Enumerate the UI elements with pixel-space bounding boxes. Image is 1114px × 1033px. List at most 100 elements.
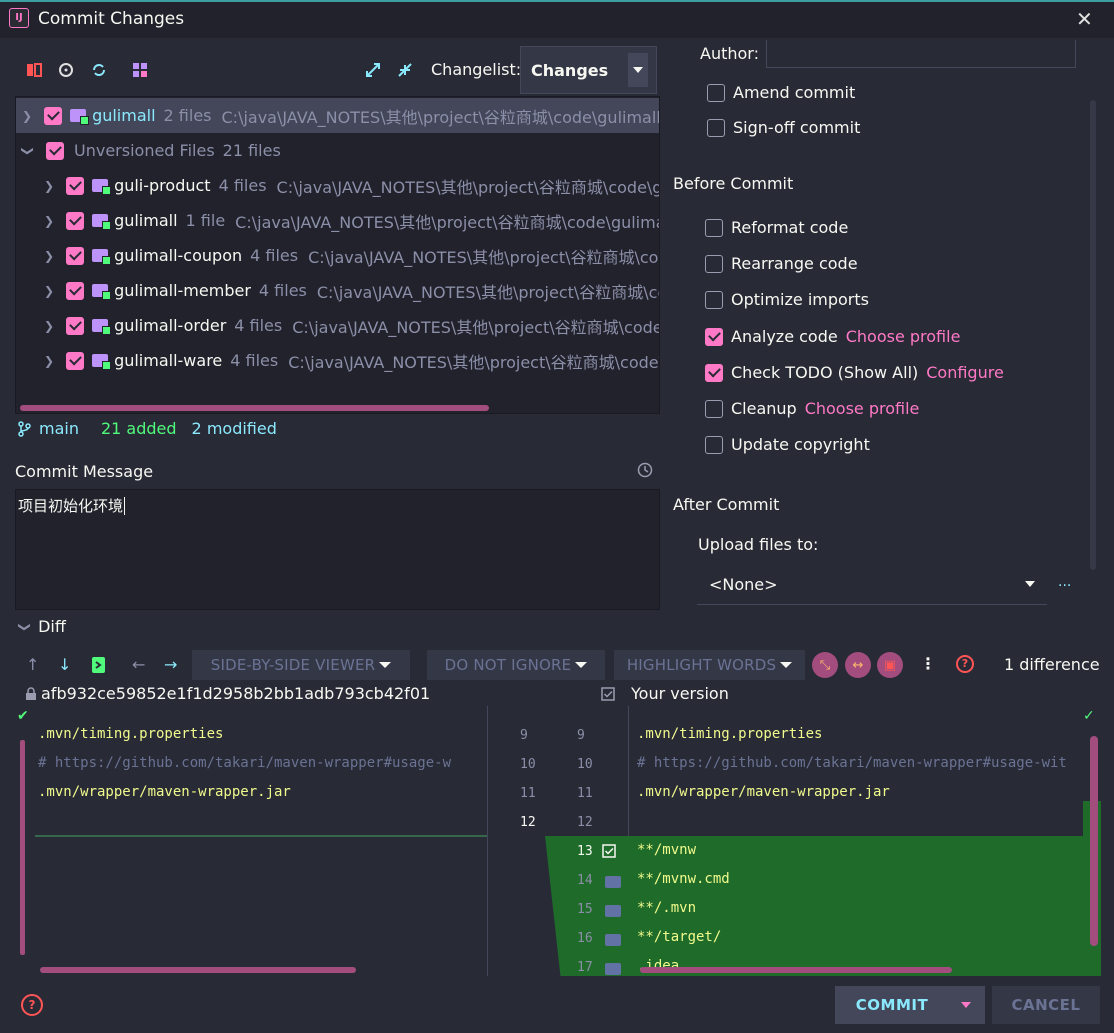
chevron-down-icon[interactable] xyxy=(961,1002,971,1008)
tree-row-root[interactable]: ❯ gulimall 2 files C:\java\JAVA_NOTES\其他… xyxy=(16,98,659,133)
line-number: 16 xyxy=(577,931,593,946)
right-scrollbar[interactable] xyxy=(1090,736,1098,946)
reformat-code-option[interactable]: Reformat code xyxy=(705,218,848,237)
code-line[interactable]: **/mvnw.cmd xyxy=(637,871,730,887)
update-copyright-option[interactable]: Update copyright xyxy=(705,435,870,454)
rearrange-code-option[interactable]: Rearrange code xyxy=(705,254,858,273)
checkbox[interactable] xyxy=(66,176,85,195)
right-horizontal-scrollbar[interactable] xyxy=(640,967,952,973)
choose-profile-link[interactable]: Choose profile xyxy=(846,327,961,346)
rollback-icon[interactable] xyxy=(55,59,77,81)
collapse-unchanged-icon[interactable]: ⤡ xyxy=(812,652,838,678)
cleanup-option[interactable]: Cleanup Choose profile xyxy=(705,399,919,418)
code-line[interactable]: .mvn/timing.properties xyxy=(38,726,223,742)
changelist-select[interactable]: Changes xyxy=(520,46,657,94)
checkbox[interactable] xyxy=(705,435,723,454)
next-change-icon[interactable]: ↓ xyxy=(58,655,71,674)
tree-row[interactable]: ❯ gulimall-order 4 files C:\java\JAVA_NOTES… xyxy=(16,308,659,343)
code-line[interactable]: .mvn/wrapper/maven-wrapper.jar xyxy=(637,784,890,800)
tree-row-unversioned[interactable]: ❯ Unversioned Files 21 files xyxy=(16,133,659,168)
jump-to-source-icon[interactable] xyxy=(91,656,106,678)
next-file-icon[interactable]: → xyxy=(164,655,177,674)
tree-row[interactable]: ❯ gulimall-member 4 files C:\java\JAVA_NOTE… xyxy=(16,273,659,308)
checkbox[interactable] xyxy=(66,211,85,230)
help-button[interactable]: ? xyxy=(21,994,43,1016)
code-line[interactable]: **/.mvn xyxy=(637,900,696,916)
viewer-mode-select[interactable]: SIDE-BY-SIDE VIEWER xyxy=(192,650,410,680)
sync-scroll-icon[interactable]: ↔ xyxy=(845,652,871,678)
checkbox[interactable] xyxy=(66,281,85,300)
tree-row[interactable]: ❯ guli-product 4 files C:\java\JAVA_NOTES\其… xyxy=(16,168,659,203)
commit-message-input[interactable]: 项目初始化环境 xyxy=(15,489,660,610)
left-horizontal-scrollbar[interactable] xyxy=(40,967,356,973)
checkbox[interactable] xyxy=(705,327,723,346)
close-icon[interactable]: ✕ xyxy=(1076,7,1093,31)
checkbox[interactable] xyxy=(66,351,85,370)
history-icon[interactable] xyxy=(636,461,654,483)
optimize-imports-option[interactable]: Optimize imports xyxy=(705,290,869,309)
ignore-whitespace-select[interactable]: DO NOT IGNORE xyxy=(427,650,605,680)
checkbox[interactable] xyxy=(66,246,85,265)
group-by-icon[interactable] xyxy=(129,59,151,81)
checkbox[interactable] xyxy=(46,141,64,160)
author-input[interactable] xyxy=(766,40,1076,68)
more-button[interactable]: ... xyxy=(1058,574,1071,590)
changes-tree[interactable]: ❯ gulimall 2 files C:\java\JAVA_NOTES\其他… xyxy=(15,96,660,414)
choose-profile-link[interactable]: Choose profile xyxy=(805,399,920,418)
code-line[interactable]: **/target/ xyxy=(637,929,721,945)
checkbox[interactable] xyxy=(707,118,725,137)
commit-button[interactable]: COMMIT xyxy=(835,986,985,1024)
checkbox[interactable] xyxy=(705,290,723,309)
show-diff-icon[interactable] xyxy=(23,59,45,81)
help-icon[interactable]: ? xyxy=(956,655,974,673)
code-line[interactable]: **/mvnw xyxy=(637,842,696,858)
checkbox[interactable] xyxy=(44,106,63,125)
checkbox[interactable] xyxy=(66,316,85,335)
checkbox[interactable] xyxy=(705,254,723,273)
chevron-right-icon[interactable]: ❯ xyxy=(44,249,54,263)
code-line[interactable]: # https://github.com/takari/maven-wrappe… xyxy=(38,755,451,771)
commit-label: COMMIT xyxy=(855,996,929,1014)
collapse-all-icon[interactable] xyxy=(394,59,416,81)
lock-icon[interactable]: ▣ xyxy=(877,652,903,678)
include-checkbox-icon[interactable] xyxy=(601,686,615,705)
checkbox[interactable] xyxy=(707,83,725,102)
chevron-right-icon[interactable]: ❯ xyxy=(44,354,54,368)
chevron-right-icon[interactable]: ❯ xyxy=(44,319,54,333)
include-change-checkbox-icon[interactable] xyxy=(602,843,616,862)
amend-commit-option[interactable]: Amend commit xyxy=(707,83,855,102)
refresh-icon[interactable] xyxy=(88,59,110,81)
analyze-code-option[interactable]: Analyze code Choose profile xyxy=(705,327,960,346)
check-todo-option[interactable]: Check TODO (Show All) Configure xyxy=(705,363,1004,382)
more-options-icon[interactable]: ⋮ xyxy=(920,654,936,673)
chevron-right-icon[interactable]: ❯ xyxy=(44,179,54,193)
chevron-right-icon[interactable]: ❯ xyxy=(22,109,32,123)
expand-all-icon[interactable] xyxy=(362,59,384,81)
tree-row[interactable]: ❯ gulimall-ware 4 files C:\java\JAVA_NOTES\… xyxy=(16,343,659,378)
diff-header[interactable]: ❯ Diff xyxy=(18,617,66,636)
checkbox[interactable] xyxy=(705,363,723,382)
code-line[interactable]: .mvn/timing.properties xyxy=(637,726,822,742)
horizontal-scrollbar[interactable] xyxy=(20,405,489,411)
configure-link[interactable]: Configure xyxy=(926,363,1004,382)
option-label: Check TODO (Show All) xyxy=(731,363,919,382)
prev-change-icon[interactable]: ↑ xyxy=(26,655,39,674)
chevron-right-icon[interactable]: ❯ xyxy=(44,214,54,228)
branch-name[interactable]: main xyxy=(39,419,79,438)
checkbox[interactable] xyxy=(705,218,723,237)
signoff-commit-option[interactable]: Sign-off commit xyxy=(707,118,860,137)
checkbox[interactable] xyxy=(705,399,723,418)
upload-target-select[interactable]: <None> xyxy=(697,565,1047,605)
code-line[interactable]: .mvn/wrapper/maven-wrapper.jar xyxy=(38,784,291,800)
changelist-label: Changelist: xyxy=(431,60,522,79)
chevron-down-icon[interactable]: ❯ xyxy=(18,621,32,631)
highlight-mode-select[interactable]: HIGHLIGHT WORDS xyxy=(614,650,805,680)
tree-row[interactable]: ❯ gulimall 1 file C:\java\JAVA_NOTES\其他\pro… xyxy=(16,203,659,238)
cancel-button[interactable]: CANCEL xyxy=(992,986,1100,1024)
diff-viewer[interactable]: ✔ ✓ .mvn/timing.properties # https://gith… xyxy=(15,706,1101,976)
chevron-right-icon[interactable]: ❯ xyxy=(44,284,54,298)
tree-row[interactable]: ❯ gulimall-coupon 4 files C:\java\JAVA_NOTE… xyxy=(16,238,659,273)
chevron-down-icon[interactable]: ❯ xyxy=(21,145,35,157)
code-line[interactable]: # https://github.com/takari/maven-wrappe… xyxy=(637,755,1067,771)
prev-file-icon[interactable]: ← xyxy=(132,655,145,674)
